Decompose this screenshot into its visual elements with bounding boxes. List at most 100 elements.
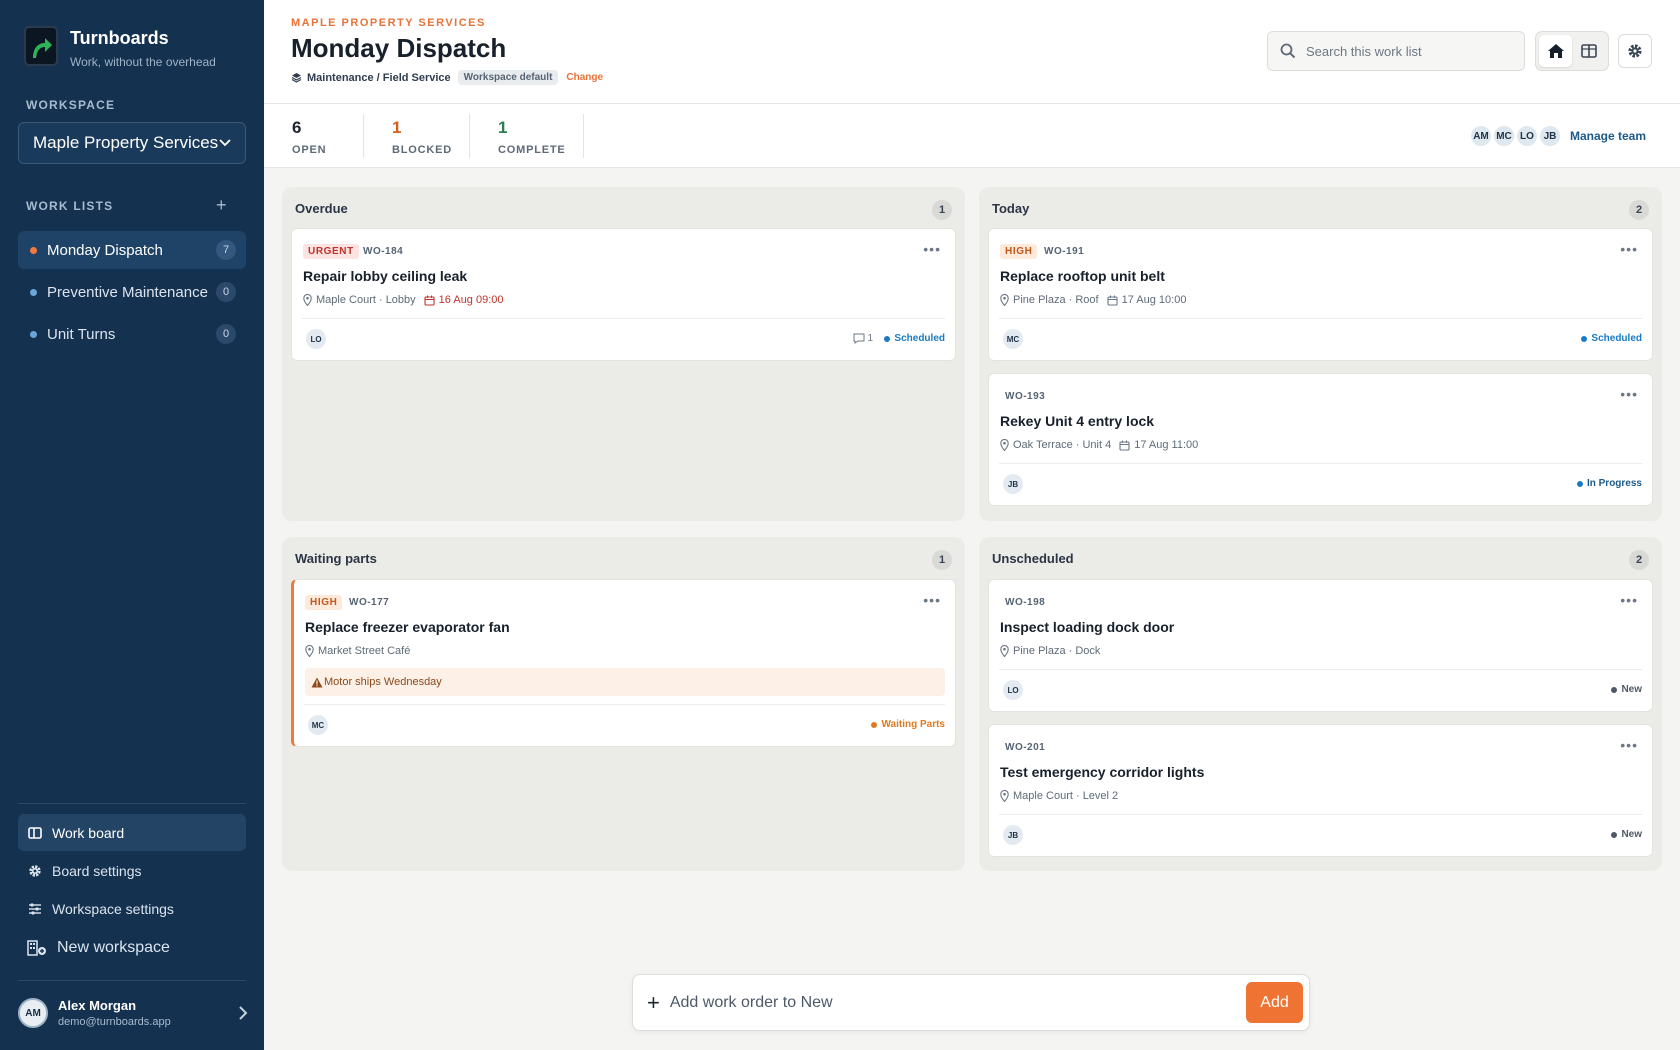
add-worklist-icon[interactable]: + xyxy=(216,196,227,214)
worklist-dot xyxy=(30,330,37,338)
add-work-order-input[interactable] xyxy=(669,993,1246,1012)
home-icon xyxy=(1547,44,1564,58)
avatar[interactable]: JB xyxy=(1537,124,1562,148)
card-due-date: 17 Aug 11:00 xyxy=(1119,439,1198,451)
search-input[interactable] xyxy=(1306,43,1506,59)
worklist-count: 7 xyxy=(216,240,236,260)
nav-work-board[interactable]: Work board xyxy=(18,814,246,851)
card-location: Maple Court · Lobby xyxy=(316,294,416,306)
column-count: 1 xyxy=(932,550,952,570)
team-area: AM MC LO JB Manage team xyxy=(1468,124,1646,148)
card-title: Repair lobby ceiling leak xyxy=(303,268,468,284)
change-link[interactable]: Change xyxy=(566,72,603,83)
workspace-default-pill: Workspace default xyxy=(457,70,559,85)
worklists-label: WORK LISTS xyxy=(26,199,114,213)
assignee-avatar[interactable]: MC xyxy=(308,715,328,735)
card-meta: Market Street Café xyxy=(305,645,410,657)
card-meta: Oak Terrace · Unit 4 17 Aug 11:00 xyxy=(1000,439,1198,451)
assignee-avatar[interactable]: LO xyxy=(1003,680,1023,700)
avatar[interactable]: LO xyxy=(1514,124,1539,148)
sidebar: Turnboards Work, without the overhead WO… xyxy=(0,0,264,1050)
status-badge: New xyxy=(1611,684,1642,695)
board-view-button[interactable] xyxy=(1572,35,1605,67)
more-options-icon[interactable]: ••• xyxy=(1620,386,1638,402)
column-title: Unscheduled xyxy=(992,551,1074,566)
column-count: 2 xyxy=(1629,550,1649,570)
more-options-icon[interactable]: ••• xyxy=(923,241,941,257)
assignee-avatar[interactable]: LO xyxy=(306,329,326,349)
brand[interactable]: Turnboards Work, without the overhead xyxy=(24,26,216,69)
stat-number: 1 xyxy=(498,118,508,137)
work-order-card[interactable]: URGENT WO-184 ••• Repair lobby ceiling l… xyxy=(291,228,956,361)
work-order-card[interactable]: WO-193 ••• Rekey Unit 4 entry lock Oak T… xyxy=(988,373,1653,506)
column-title: Waiting parts xyxy=(295,551,377,566)
work-order-card[interactable]: WO-201 ••• Test emergency corridor light… xyxy=(988,724,1653,857)
work-order-card[interactable]: HIGH WO-177 ••• Replace freezer evaporat… xyxy=(291,579,956,747)
due-date-text: 17 Aug 11:00 xyxy=(1134,439,1199,451)
status-text: Scheduled xyxy=(894,333,945,344)
stat-number: 6 xyxy=(292,118,302,137)
card-meta: Maple Court · Lobby 16 Aug 09:00 xyxy=(303,294,504,306)
more-options-icon[interactable]: ••• xyxy=(1620,737,1638,753)
location-pin-icon xyxy=(1000,645,1009,657)
work-order-card[interactable]: WO-198 ••• Inspect loading dock door Pin… xyxy=(988,579,1653,712)
worklist-item-monday-dispatch[interactable]: Monday Dispatch 7 xyxy=(18,231,246,269)
more-options-icon[interactable]: ••• xyxy=(923,592,941,608)
board-icon xyxy=(27,826,43,839)
warning-note: Motor ships Wednesday xyxy=(305,668,945,696)
nav-label: Board settings xyxy=(52,862,142,879)
more-options-icon[interactable]: ••• xyxy=(1620,241,1638,257)
location-pin-icon xyxy=(1000,294,1009,306)
card-meta: Maple Court · Level 2 xyxy=(1000,790,1118,802)
gear-icon xyxy=(1628,44,1642,58)
more-options-icon[interactable]: ••• xyxy=(1620,592,1638,608)
workspace-kicker: MAPLE PROPERTY SERVICES xyxy=(291,17,486,29)
user-name: Alex Morgan xyxy=(58,998,137,1013)
add-button[interactable]: Add xyxy=(1246,982,1303,1023)
nav-label: New workspace xyxy=(57,938,170,956)
column-title: Overdue xyxy=(295,201,348,216)
priority-badge: HIGH xyxy=(305,595,343,610)
avatar: AM xyxy=(18,998,48,1028)
card-title: Test emergency corridor lights xyxy=(1000,764,1205,780)
column-unscheduled: Unscheduled 2 WO-198 ••• Inspect loading… xyxy=(979,537,1662,871)
settings-button[interactable] xyxy=(1618,34,1652,68)
calendar-icon xyxy=(424,295,435,306)
page-title: Monday Dispatch xyxy=(291,33,507,63)
assignee-avatar[interactable]: JB xyxy=(1003,474,1023,494)
card-due-date: 16 Aug 09:00 xyxy=(424,294,504,306)
warning-icon xyxy=(311,677,323,687)
brand-tagline: Work, without the overhead xyxy=(70,55,216,69)
card-title: Rekey Unit 4 entry lock xyxy=(1000,413,1155,429)
assignee-avatar[interactable]: JB xyxy=(1003,825,1023,845)
gear-icon xyxy=(27,864,43,878)
work-order-id: WO-184 xyxy=(363,246,404,257)
user-menu[interactable]: AM Alex Morgan demo@turnboards.app xyxy=(18,998,248,1028)
worklist-item-unit-turns[interactable]: Unit Turns 0 xyxy=(18,315,246,353)
main: MAPLE PROPERTY SERVICES Monday Dispatch … xyxy=(264,0,1680,1050)
worklist-item-preventive-maintenance[interactable]: Preventive Maintenance 0 xyxy=(18,273,246,311)
card-divider xyxy=(999,463,1642,464)
assignee-avatar[interactable]: MC xyxy=(1003,329,1023,349)
worklist-label: Preventive Maintenance xyxy=(47,283,208,301)
nav-board-settings[interactable]: Board settings xyxy=(18,852,246,889)
card-title: Replace rooftop unit belt xyxy=(1000,268,1165,284)
card-divider xyxy=(999,669,1642,670)
nav-workspace-settings[interactable]: Workspace settings xyxy=(18,890,246,927)
card-location: Oak Terrace · Unit 4 xyxy=(1013,439,1112,451)
worklist-dot xyxy=(30,288,37,296)
workspace-select[interactable]: Maple Property Services xyxy=(18,122,246,164)
column-count: 1 xyxy=(932,200,952,220)
work-order-card[interactable]: HIGH WO-191 ••• Replace rooftop unit bel… xyxy=(988,228,1653,361)
comment-count[interactable]: 1 xyxy=(853,333,873,344)
avatar[interactable]: MC xyxy=(1491,124,1516,148)
avatar[interactable]: AM xyxy=(1468,124,1493,148)
stats-bar: 6 OPEN 1 BLOCKED 1 COMPLETE AM MC LO JB … xyxy=(264,104,1680,168)
home-view-button[interactable] xyxy=(1539,35,1572,67)
worklist-dot xyxy=(30,246,37,254)
stat-divider xyxy=(583,114,584,158)
card-divider xyxy=(302,318,945,319)
card-meta: Pine Plaza · Dock xyxy=(1000,645,1100,657)
nav-new-workspace[interactable]: New workspace xyxy=(18,929,246,966)
manage-team-link[interactable]: Manage team xyxy=(1570,129,1646,143)
